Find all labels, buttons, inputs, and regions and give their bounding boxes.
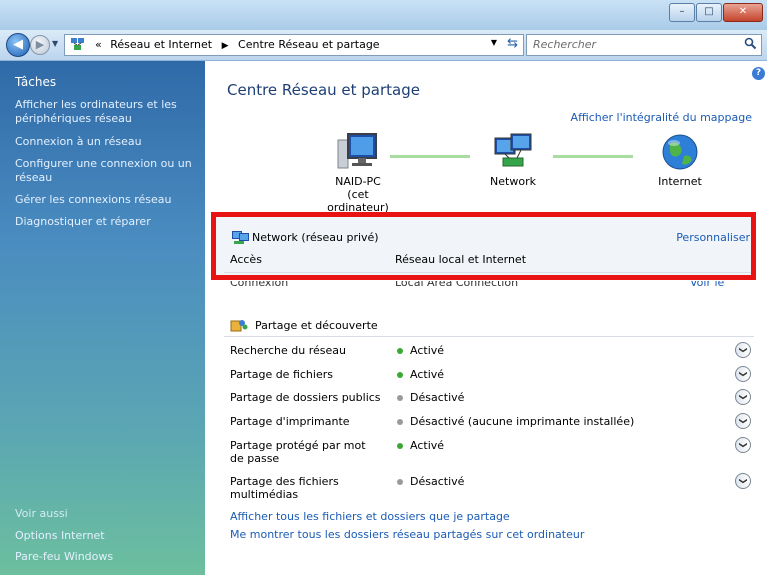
sharing-row-media: Partage des fichiers multimédias Désacti… — [230, 473, 760, 501]
sharing-label: Partage de fichiers — [230, 368, 333, 381]
network-label: Network — [490, 175, 536, 188]
sharing-row-public-folder: Partage de dossiers publics Désactivé ❯ — [230, 389, 760, 411]
sharing-label: Recherche du réseau — [230, 344, 346, 357]
breadcrumb-network-internet[interactable]: Réseau et Internet — [110, 38, 212, 51]
sidebar-link-setup-connection[interactable]: Configurer une connexion ou un réseau — [15, 157, 195, 185]
computer-name: NAID-PC — [335, 175, 381, 188]
network-icon — [494, 133, 532, 167]
chevron-down-icon[interactable]: ❯ — [735, 413, 751, 429]
sidebar-link-connect[interactable]: Connexion à un réseau — [15, 135, 195, 149]
chevron-down-icon[interactable]: ❯ — [735, 437, 751, 453]
breadcrumb-overflow[interactable]: « — [95, 38, 102, 51]
sharing-row-network-discovery: Recherche du réseau Activé ❯ — [230, 342, 760, 364]
map-connection-line — [553, 155, 633, 158]
help-icon[interactable]: ? — [752, 67, 765, 80]
sharing-value: Désactivé — [410, 475, 465, 488]
sharing-value: Désactivé (aucune imprimante installée) — [410, 415, 635, 428]
computer-icon — [337, 133, 377, 169]
sidebar-link-internet-options[interactable]: Options Internet — [15, 529, 195, 543]
status-off-icon — [397, 419, 403, 425]
search-box[interactable]: Rechercher — [526, 34, 762, 56]
sidebar-link-view-computers[interactable]: Afficher les ordinateurs et les périphér… — [15, 98, 195, 126]
sharing-label: Partage d'imprimante — [230, 415, 350, 428]
page-title: Centre Réseau et partage — [227, 81, 420, 99]
chevron-down-icon[interactable]: ❯ — [735, 342, 751, 358]
status-off-icon — [397, 395, 403, 401]
task-pane: Tâches Afficher les ordinateurs et les p… — [0, 61, 205, 575]
map-network[interactable]: Network — [478, 132, 548, 188]
view-status-link[interactable]: Voir le statut — [690, 281, 750, 290]
search-input[interactable]: Rechercher — [533, 38, 596, 51]
full-map-link[interactable]: Afficher l'intégralité du mappage — [571, 111, 752, 124]
address-dropdown[interactable]: ▼ — [491, 38, 497, 47]
connection-label: Connexion — [230, 281, 289, 289]
sharing-value: Activé — [410, 368, 445, 381]
status-off-icon — [397, 479, 403, 485]
connection-value: Local Area Connection — [395, 281, 519, 289]
show-shared-folders-link[interactable]: Me montrer tous les dossiers réseau part… — [230, 528, 584, 541]
address-bar[interactable]: « Réseau et Internet ▶ Centre Réseau et … — [64, 34, 524, 56]
back-button[interactable]: ◀ — [6, 33, 30, 57]
sharing-row-password: Partage protégé par mot de passe Activé … — [230, 437, 760, 467]
recent-pages-dropdown[interactable]: ▼ — [52, 39, 58, 48]
sidebar-link-diagnose[interactable]: Diagnostiquer et réparer — [15, 215, 195, 229]
map-internet[interactable]: Internet — [650, 132, 710, 188]
tasks-heading: Tâches — [15, 75, 57, 89]
sharing-value: Activé — [410, 344, 445, 357]
sharing-value: Activé — [410, 439, 445, 452]
sharing-label: Partage protégé par mot de passe — [230, 439, 366, 465]
see-also-heading: Voir aussi — [15, 507, 68, 520]
sharing-label: Partage des fichiers multimédias — [230, 475, 339, 501]
breadcrumb-network-center[interactable]: Centre Réseau et partage — [238, 38, 380, 51]
sidebar-link-manage-connections[interactable]: Gérer les connexions réseau — [15, 193, 195, 207]
maximize-button[interactable]: □ — [696, 3, 722, 22]
connection-row: Connexion Local Area Connection Voir le … — [230, 281, 750, 290]
navigation-bar: ◀ ▶ ▼ « Réseau et Internet ▶ Centre Rése… — [0, 30, 767, 61]
sharing-label: Partage de dossiers publics — [230, 391, 381, 404]
chevron-down-icon[interactable]: ❯ — [735, 366, 751, 382]
status-on-icon — [397, 372, 403, 378]
highlight-box — [211, 212, 756, 280]
close-button[interactable]: ✕ — [723, 3, 763, 22]
breadcrumb-separator[interactable]: ▶ — [222, 41, 229, 51]
chevron-down-icon[interactable]: ❯ — [735, 389, 751, 405]
title-bar: – □ ✕ — [0, 0, 767, 30]
map-computer[interactable]: NAID-PC (cet ordinateur) — [318, 132, 398, 214]
sharing-value: Désactivé — [410, 391, 465, 404]
sharing-row-printer: Partage d'imprimante Désactivé (aucune i… — [230, 413, 760, 435]
refresh-icon[interactable]: ⇆ — [507, 36, 518, 51]
divider — [224, 336, 754, 337]
minimize-button[interactable]: – — [669, 3, 695, 22]
sharing-heading: Partage et découverte — [255, 319, 378, 332]
chevron-down-icon[interactable]: ❯ — [735, 473, 751, 489]
internet-label: Internet — [658, 175, 702, 188]
search-icon[interactable] — [744, 37, 757, 50]
sharing-row-file-sharing: Partage de fichiers Activé ❯ — [230, 366, 760, 388]
breadcrumb: « Réseau et Internet ▶ Centre Réseau et … — [95, 38, 380, 51]
sharing-icon — [230, 320, 248, 332]
sidebar-link-firewall[interactable]: Pare-feu Windows — [15, 550, 195, 564]
window-controls: – □ ✕ — [668, 3, 763, 22]
globe-icon — [662, 134, 698, 170]
show-shared-files-link[interactable]: Afficher tous les fichiers et dossiers q… — [230, 510, 510, 523]
status-on-icon — [397, 348, 403, 354]
forward-button[interactable]: ▶ — [30, 35, 50, 55]
computer-subtitle: (cet ordinateur) — [327, 188, 389, 214]
map-connection-line — [390, 155, 470, 158]
network-center-icon — [71, 38, 84, 50]
status-on-icon — [397, 443, 403, 449]
